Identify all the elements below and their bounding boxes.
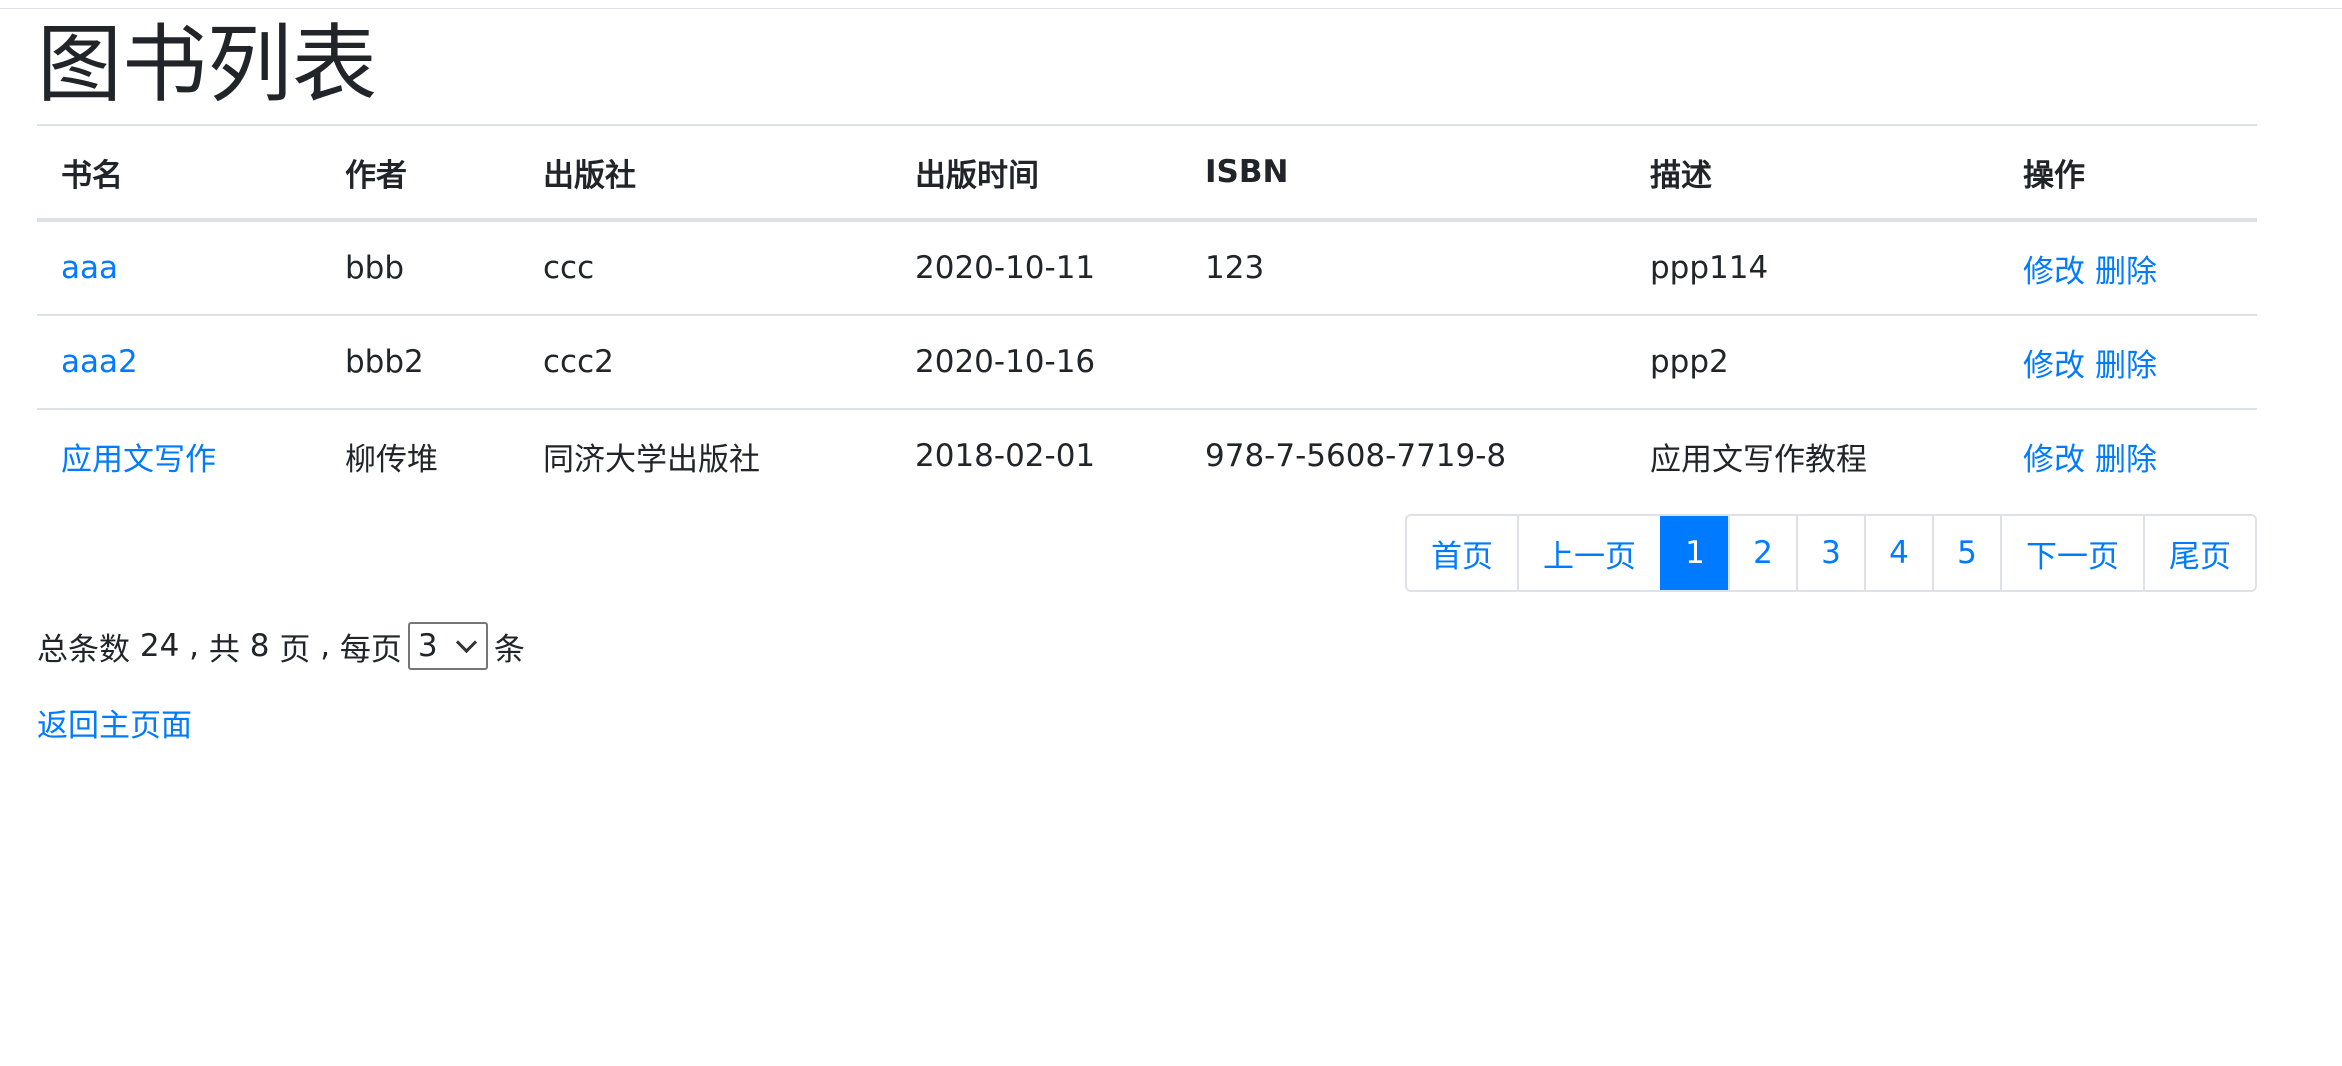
cell-name: 应用文写作 <box>37 409 321 502</box>
next-page-button[interactable]: 下一页 <box>2000 516 2143 590</box>
total-label: 总条数 <box>37 631 130 668</box>
cell-author: bbb <box>321 220 519 316</box>
page-title: 图书列表 <box>37 16 378 115</box>
cell-date: 2018-02-01 <box>915 438 1096 474</box>
book-title-link[interactable]: aaa <box>61 250 118 286</box>
pagination: 首页 上一页 1 2 3 4 5 下一页 尾页 <box>1405 514 2257 592</box>
page-number-3[interactable]: 3 <box>1796 516 1864 590</box>
cell-publisher: ccc2 <box>519 315 891 410</box>
header-name: 书名 <box>37 124 321 222</box>
cell-author: bbb2 <box>321 315 519 410</box>
record-summary: 总条数 24 , 共 8 页 , 每页 3 条 <box>37 618 2257 674</box>
cell-isbn: 123 <box>1181 220 1626 316</box>
edit-link[interactable]: 修改 <box>2023 254 2085 290</box>
cell-author: 柳传堆 <box>345 441 438 478</box>
header-author: 作者 <box>321 124 519 222</box>
header-actions: 操作 <box>1999 124 2257 222</box>
cell-desc: 应用文写作教程 <box>1650 441 1867 478</box>
header-isbn: ISBN <box>1181 124 1626 222</box>
back-link-container: 返回主页面 <box>37 700 2257 745</box>
separator: , <box>189 628 200 664</box>
cell-actions: 修改 删除 <box>1999 220 2257 316</box>
delete-link[interactable]: 删除 <box>2095 254 2157 290</box>
table-row: aaa bbb ccc 2020-10-11 123 ppp114 修改 删除 <box>37 220 2257 316</box>
cell-isbn: 978-7-5608-7719-8 <box>1205 438 1507 474</box>
table-row: 应用文写作 柳传堆 同济大学出版社 2018-02-01 978-7-5608-… <box>37 409 2257 502</box>
per-page-suffix: 条 <box>493 631 525 668</box>
page-number-2[interactable]: 2 <box>1728 516 1796 590</box>
book-table: 书名 作者 出版社 出版时间 ISBN 描述 操作 aaa bbb ccc 20… <box>37 124 2257 502</box>
cell-actions: 修改 删除 <box>1999 315 2257 410</box>
pages-label: 共 <box>208 631 240 668</box>
first-page-button[interactable]: 首页 <box>1407 516 1517 590</box>
pages-suffix: 页 <box>279 631 311 668</box>
table-header-row: 书名 作者 出版社 出版时间 ISBN 描述 操作 <box>37 124 2257 222</box>
cell-date: 2020-10-11 <box>891 220 1181 316</box>
delete-link[interactable]: 删除 <box>2095 348 2157 384</box>
cell-name: aaa2 <box>37 315 321 410</box>
page-number-4[interactable]: 4 <box>1864 516 1932 590</box>
edit-link[interactable]: 修改 <box>2023 348 2085 384</box>
cell-publisher: 同济大学出版社 <box>543 441 760 478</box>
page-count: 8 <box>249 628 270 664</box>
cell-desc: ppp2 <box>1626 315 1999 410</box>
cell-date: 2020-10-16 <box>891 315 1181 410</box>
edit-link[interactable]: 修改 <box>2023 442 2085 478</box>
header-publisher: 出版社 <box>519 124 891 222</box>
prev-page-button[interactable]: 上一页 <box>1517 516 1660 590</box>
header-desc: 描述 <box>1626 124 1999 222</box>
per-page-value: 3 <box>417 628 438 664</box>
table-row: aaa2 bbb2 ccc2 2020-10-16 ppp2 修改 删除 <box>37 315 2257 410</box>
separator: , <box>320 628 331 664</box>
page-number-1[interactable]: 1 <box>1660 516 1728 590</box>
pagination-row: 首页 上一页 1 2 3 4 5 下一页 尾页 <box>37 514 2257 624</box>
book-title-link[interactable]: aaa2 <box>61 344 138 380</box>
cell-desc: ppp114 <box>1626 220 1999 316</box>
last-page-button[interactable]: 尾页 <box>2143 516 2255 590</box>
cell-actions: 修改 删除 <box>1999 409 2257 502</box>
page-number-5[interactable]: 5 <box>1932 516 2000 590</box>
per-page-label: 每页 <box>339 631 402 668</box>
cell-isbn <box>1181 315 1626 410</box>
main-container: 图书列表 书名 作者 出版社 出版时间 ISBN 描述 操作 aaa bbb c… <box>37 8 2257 745</box>
chevron-down-icon <box>455 631 478 653</box>
cell-name: aaa <box>37 220 321 316</box>
back-to-home-link[interactable]: 返回主页面 <box>37 708 192 744</box>
total-count: 24 <box>139 628 180 664</box>
per-page-select[interactable]: 3 <box>407 622 488 670</box>
book-title-link[interactable]: 应用文写作 <box>61 442 216 478</box>
cell-publisher: ccc <box>519 220 891 316</box>
delete-link[interactable]: 删除 <box>2095 442 2157 478</box>
header-date: 出版时间 <box>891 124 1181 222</box>
